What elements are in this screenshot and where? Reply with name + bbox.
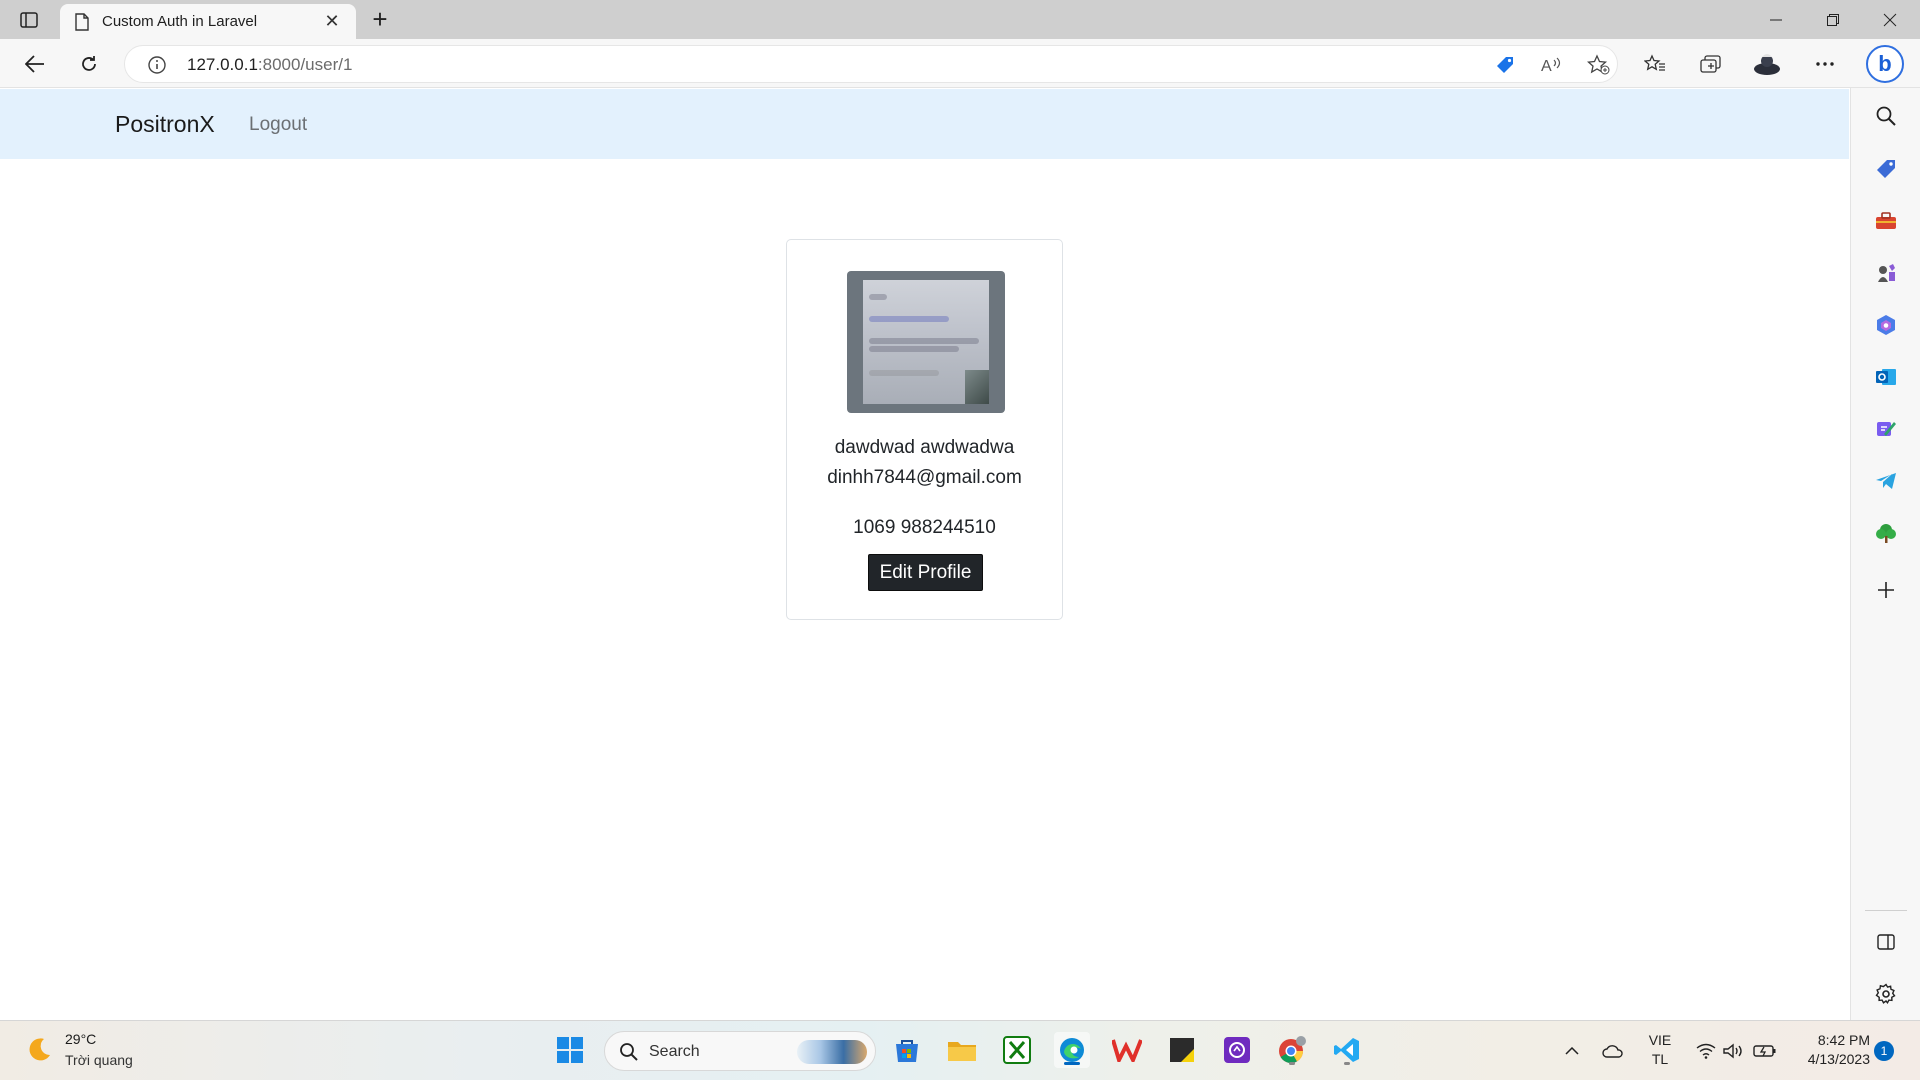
add-icon[interactable]	[1873, 577, 1899, 603]
url-host: 127.0.0.1	[187, 55, 258, 74]
address-bar[interactable]: 127.0.0.1:8000/user/1 A	[124, 45, 1618, 83]
search-icon[interactable]	[1873, 103, 1899, 129]
svg-text:A: A	[1541, 58, 1552, 75]
brand-link[interactable]: PositronX	[115, 111, 215, 138]
language-code: VIE	[1648, 1032, 1672, 1048]
tab-title: Custom Auth in Laravel	[102, 13, 258, 30]
outlook-icon[interactable]	[1873, 364, 1899, 390]
search-highlight-image	[797, 1040, 867, 1064]
weather-temperature[interactable]: 29°C	[65, 1031, 96, 1047]
url-path: :8000/user/1	[257, 55, 353, 74]
browser-toolbar: 127.0.0.1:8000/user/1 A	[0, 39, 1920, 88]
user-name: dawdwad awdwadwa	[834, 437, 1015, 458]
keyboard-layout: TL	[1651, 1051, 1669, 1067]
office-icon[interactable]	[1873, 312, 1899, 338]
chrome-icon[interactable]	[1274, 1032, 1310, 1068]
photo-app-icon[interactable]	[1219, 1032, 1255, 1068]
collections-icon[interactable]	[1694, 47, 1728, 81]
chevron-up-icon[interactable]	[1560, 1021, 1584, 1080]
moon-icon[interactable]	[24, 1035, 54, 1065]
battery-icon[interactable]	[1752, 1021, 1778, 1080]
games-icon[interactable]	[1873, 260, 1899, 286]
sidebar-toggle-icon[interactable]	[18, 9, 40, 31]
settings-icon[interactable]	[1873, 981, 1899, 1007]
weather-description[interactable]: Trời quang	[65, 1052, 133, 1068]
search-label: Search	[649, 1043, 700, 1060]
edge-sidebar	[1850, 88, 1920, 1020]
running-indicator	[1344, 1062, 1350, 1065]
refresh-icon[interactable]	[72, 47, 106, 81]
search-icon	[620, 1043, 638, 1061]
volume-icon[interactable]	[1722, 1021, 1746, 1080]
shopping-icon[interactable]	[1873, 156, 1899, 182]
file-explorer-icon[interactable]	[944, 1032, 980, 1068]
xbox-icon[interactable]	[999, 1032, 1035, 1068]
info-icon[interactable]	[147, 55, 167, 80]
sticky-notes-icon[interactable]	[1164, 1032, 1200, 1068]
profile-card: dawdwad awdwadwa dinhh7844@gmail.com 106…	[786, 239, 1063, 620]
avatar	[847, 271, 1005, 413]
wps-office-icon[interactable]	[1109, 1032, 1145, 1068]
profile-photo	[863, 280, 989, 404]
close-icon[interactable]: ✕	[322, 11, 342, 32]
active-indicator	[1064, 1062, 1080, 1065]
taskbar-search[interactable]: Search	[604, 1031, 876, 1071]
microsoft-store-icon[interactable]	[889, 1032, 925, 1068]
clock-date: 4/13/2023	[1807, 1051, 1870, 1067]
page-icon	[75, 12, 89, 31]
profile-icon[interactable]	[1750, 47, 1784, 81]
window-close-icon[interactable]	[1862, 0, 1918, 39]
notification-badge[interactable]: 1	[1874, 1041, 1894, 1061]
restore-icon[interactable]	[1805, 0, 1861, 39]
input-language[interactable]: VIE TL	[1640, 1031, 1680, 1069]
telegram-icon[interactable]	[1873, 468, 1899, 494]
edge-icon[interactable]	[1054, 1032, 1090, 1068]
browser-tab[interactable]: Custom Auth in Laravel ✕	[60, 4, 356, 39]
site-navbar: PositronX Logout	[0, 89, 1849, 159]
user-phone: 1069 988244510	[853, 517, 996, 538]
tools-icon[interactable]	[1873, 208, 1899, 234]
bing-icon[interactable]: b	[1866, 45, 1904, 83]
clock-time: 8:42 PM	[1817, 1032, 1870, 1048]
edit-profile-button[interactable]: Edit Profile	[868, 554, 983, 591]
add-favorite-icon[interactable]	[1587, 53, 1611, 77]
favorites-icon[interactable]	[1638, 47, 1672, 81]
tab-strip: Custom Auth in Laravel ✕ +	[0, 0, 1920, 39]
read-aloud-icon[interactable]: A	[1539, 53, 1563, 77]
back-icon[interactable]	[18, 47, 52, 81]
shopping-tag-icon[interactable]	[1493, 53, 1517, 77]
more-icon[interactable]	[1808, 47, 1842, 81]
logout-link[interactable]: Logout	[249, 114, 307, 136]
user-email: dinhh7844@gmail.com	[827, 467, 1022, 488]
running-indicator	[1289, 1062, 1295, 1065]
tree-icon[interactable]	[1873, 520, 1899, 546]
system-clock[interactable]: 8:42 PM 4/13/2023	[1790, 1031, 1870, 1069]
plus-icon[interactable]: +	[368, 6, 392, 32]
sidebar-divider	[1865, 910, 1907, 911]
url-text[interactable]: 127.0.0.1:8000/user/1	[187, 55, 352, 75]
split-screen-icon[interactable]	[1873, 929, 1899, 955]
windows-taskbar: 29°C Trời quang Search VIE TL 8:42 PM 4/…	[0, 1020, 1920, 1080]
wifi-icon[interactable]	[1694, 1021, 1718, 1080]
onedrive-icon[interactable]	[1598, 1021, 1628, 1080]
windows-start-icon[interactable]	[552, 1032, 588, 1068]
designer-icon[interactable]	[1873, 416, 1899, 442]
vscode-icon[interactable]	[1329, 1032, 1365, 1068]
minimize-icon[interactable]	[1748, 0, 1804, 39]
